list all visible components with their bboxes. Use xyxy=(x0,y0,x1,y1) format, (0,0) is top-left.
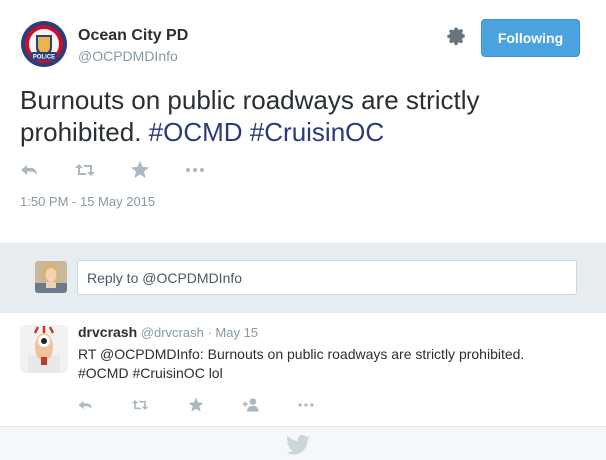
hashtag-cruisinoc[interactable]: #CruisinOC xyxy=(250,117,384,147)
favorite-icon[interactable] xyxy=(186,395,206,415)
avatar-badge-text: POLICE xyxy=(33,55,55,61)
reply-author-avatar[interactable] xyxy=(20,325,68,373)
more-icon[interactable] xyxy=(296,395,316,415)
follow-icon[interactable] xyxy=(242,395,262,415)
tweet-text: Burnouts on public roadways are strictly… xyxy=(20,84,580,148)
hashtag-ocmd[interactable]: #OCMD xyxy=(149,117,243,147)
reply-author-name[interactable]: drvcrash xyxy=(78,324,137,340)
reply-author-handle[interactable]: @drvcrash xyxy=(141,325,204,340)
reply-box xyxy=(0,244,606,313)
reply-date[interactable]: May 15 xyxy=(215,325,258,340)
reply-text: RT @OCPDMDInfo: Burnouts on public roadw… xyxy=(78,345,578,383)
main-tweet: POLICE Ocean City PD @OCPDMDInfo Followi… xyxy=(0,0,606,243)
favorite-icon[interactable] xyxy=(128,158,152,182)
reply-header: drvcrash @drvcrash · May 15 xyxy=(78,324,258,340)
reply-icon[interactable] xyxy=(76,395,96,415)
retweet-icon[interactable] xyxy=(130,395,150,415)
more-icon[interactable] xyxy=(183,158,207,182)
retweet-icon[interactable] xyxy=(73,158,97,182)
conversation-section: drvcrash @drvcrash · May 15 RT @OCPDMDIn… xyxy=(0,243,606,460)
author-handle[interactable]: @OCPDMDInfo xyxy=(78,48,178,64)
reply-separator: · xyxy=(207,325,212,340)
author-name[interactable]: Ocean City PD xyxy=(78,27,188,45)
reply-icon[interactable] xyxy=(18,158,42,182)
reply-input[interactable] xyxy=(77,260,577,295)
author-avatar[interactable]: POLICE xyxy=(20,20,68,68)
reply-text-line2: #OCMD #CruisinOC lol xyxy=(78,365,223,381)
following-button[interactable]: Following xyxy=(481,19,580,57)
user-avatar xyxy=(35,261,67,293)
tweet-timestamp[interactable]: 1:50 PM - 15 May 2015 xyxy=(20,194,155,209)
gear-icon[interactable] xyxy=(446,26,468,48)
twitter-bird-icon xyxy=(286,435,310,455)
reply-text-line1: RT @OCPDMDInfo: Burnouts on public roadw… xyxy=(78,346,525,362)
reply-tweet: drvcrash @drvcrash · May 15 RT @OCPDMDIn… xyxy=(0,313,606,427)
